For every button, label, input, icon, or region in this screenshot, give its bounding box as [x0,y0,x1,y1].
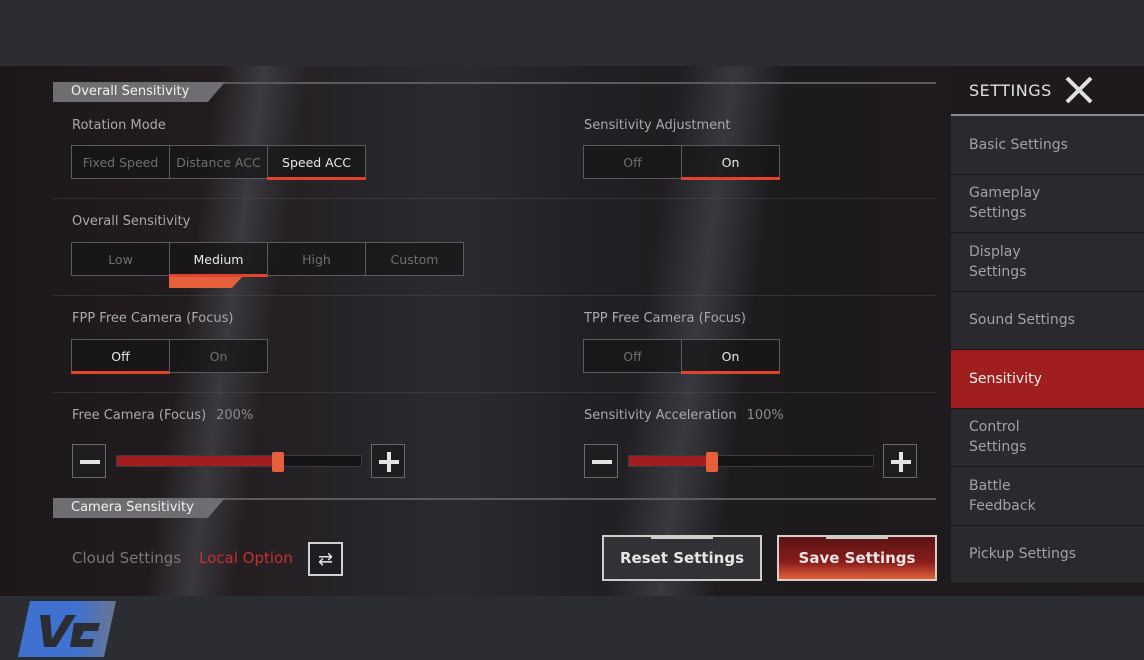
save-settings-label: Save Settings [798,549,916,567]
overall-sensitivity-selector: Low Medium High Custom [71,242,464,288]
slider-fill [629,456,712,466]
plus-icon-v [387,452,391,472]
minus-icon [592,460,612,464]
sidebar-item-control-settings[interactable]: Control Settings [951,408,1144,467]
increase-button[interactable] [883,444,917,478]
sidebar-item-display-settings[interactable]: Display Settings [951,233,1144,292]
option-low[interactable]: Low [71,242,170,276]
selected-flag [169,276,243,288]
sidebar-item-label: Sound Settings [969,312,1075,329]
decrease-button[interactable] [584,444,618,478]
slider-value: 100% [746,408,784,423]
close-icon[interactable] [1064,75,1094,105]
sidebar-item-battle-feedback[interactable]: Battle Feedback [951,467,1144,526]
slider-thumb[interactable] [272,452,285,472]
option-off[interactable]: Off [71,339,170,374]
option-off[interactable]: Off [583,145,682,179]
divider [53,295,936,296]
bottom-band [0,596,1144,660]
option-custom[interactable]: Custom [365,242,464,276]
option-medium-label: Medium [193,251,244,267]
local-option-label: Local Option [199,549,293,567]
sidebar-item-pickup-settings[interactable]: Pickup Settings [951,525,1144,584]
slider-label-text: Sensitivity Acceleration [584,408,737,423]
rotation-mode-selector: Fixed Speed Distance ACC Speed ACC [71,145,366,180]
sidebar-item-gameplay-settings[interactable]: Gameplay Settings [951,174,1144,233]
slider-thumb[interactable] [705,452,718,472]
swap-button[interactable]: ⇄ [308,542,343,576]
option-off[interactable]: Off [583,339,682,373]
plus-icon-v [899,452,903,472]
tpp-free-camera-toggle: Off On [583,339,780,374]
section-title: Overall Sensitivity [53,82,225,102]
sidebar-item-sensitivity[interactable]: Sensitivity [951,350,1144,409]
option-on[interactable]: On [681,339,780,374]
sensitivity-acceleration-slider[interactable] [628,452,874,472]
sensitivity-acceleration-slider-label: Sensitivity Acceleration 100% [584,408,784,423]
fpp-free-camera-toggle: Off On [71,339,268,374]
option-medium[interactable]: Medium [169,242,268,288]
settings-sidebar: SETTINGS Basic Settings Gameplay Settings… [951,66,1144,596]
rotation-mode-label: Rotation Mode [72,118,166,133]
option-high[interactable]: High [267,242,366,276]
section-header-camera: Camera Sensitivity [53,498,936,518]
decrease-button[interactable] [72,444,106,478]
sidebar-header: SETTINGS [951,66,1144,116]
free-camera-slider[interactable] [116,452,362,472]
sidebar-item-label: Basic Settings [969,136,1068,153]
sidebar-title: SETTINGS [969,80,1052,100]
cloud-settings-label: Cloud Settings [72,549,182,567]
option-on[interactable]: On [169,339,268,373]
watermark-logo [18,601,116,657]
minus-icon [80,460,100,464]
sidebar-item-label: Battle Feedback [969,477,1036,514]
divider [53,198,936,199]
option-on[interactable]: On [681,145,780,180]
option-distance-acc[interactable]: Distance ACC [169,145,268,179]
reset-settings-button[interactable]: Reset Settings [602,535,762,581]
section-header-overall: Overall Sensitivity [53,82,936,102]
option-speed-acc[interactable]: Speed ACC [267,145,366,180]
divider [53,392,936,393]
tpp-free-camera-label: TPP Free Camera (Focus) [584,311,746,326]
slider-label-text: Free Camera (Focus) [72,408,207,423]
sidebar-item-label: Display Settings [969,243,1027,280]
section-title: Camera Sensitivity [53,498,225,518]
swap-icon: ⇄ [317,548,334,570]
sidebar-item-label: Sensitivity [969,370,1042,387]
reset-settings-label: Reset Settings [619,549,745,567]
sidebar-item-basic-settings[interactable]: Basic Settings [951,116,1144,175]
sidebar-item-label: Control Settings [969,419,1027,456]
sidebar-item-label: Pickup Settings [969,546,1077,563]
section-rule [213,82,936,84]
free-camera-slider-label: Free Camera (Focus) 200% [72,408,253,423]
fpp-free-camera-label: FPP Free Camera (Focus) [72,311,234,326]
sidebar-nav: Basic Settings Gameplay Settings Display S… [951,116,1144,584]
section-rule [213,498,936,500]
sensitivity-adjustment-toggle: Off On [583,145,780,180]
sidebar-item-sound-settings[interactable]: Sound Settings [951,291,1144,350]
slider-fill [117,456,279,466]
overall-sensitivity-label: Overall Sensitivity [72,214,191,229]
sensitivity-adjustment-label: Sensitivity Adjustment [584,118,731,133]
sidebar-item-label: Gameplay Settings [969,185,1041,222]
slider-value: 200% [216,408,254,423]
save-settings-button[interactable]: Save Settings [777,535,937,581]
increase-button[interactable] [371,444,405,478]
option-fixed-speed[interactable]: Fixed Speed [71,145,170,179]
